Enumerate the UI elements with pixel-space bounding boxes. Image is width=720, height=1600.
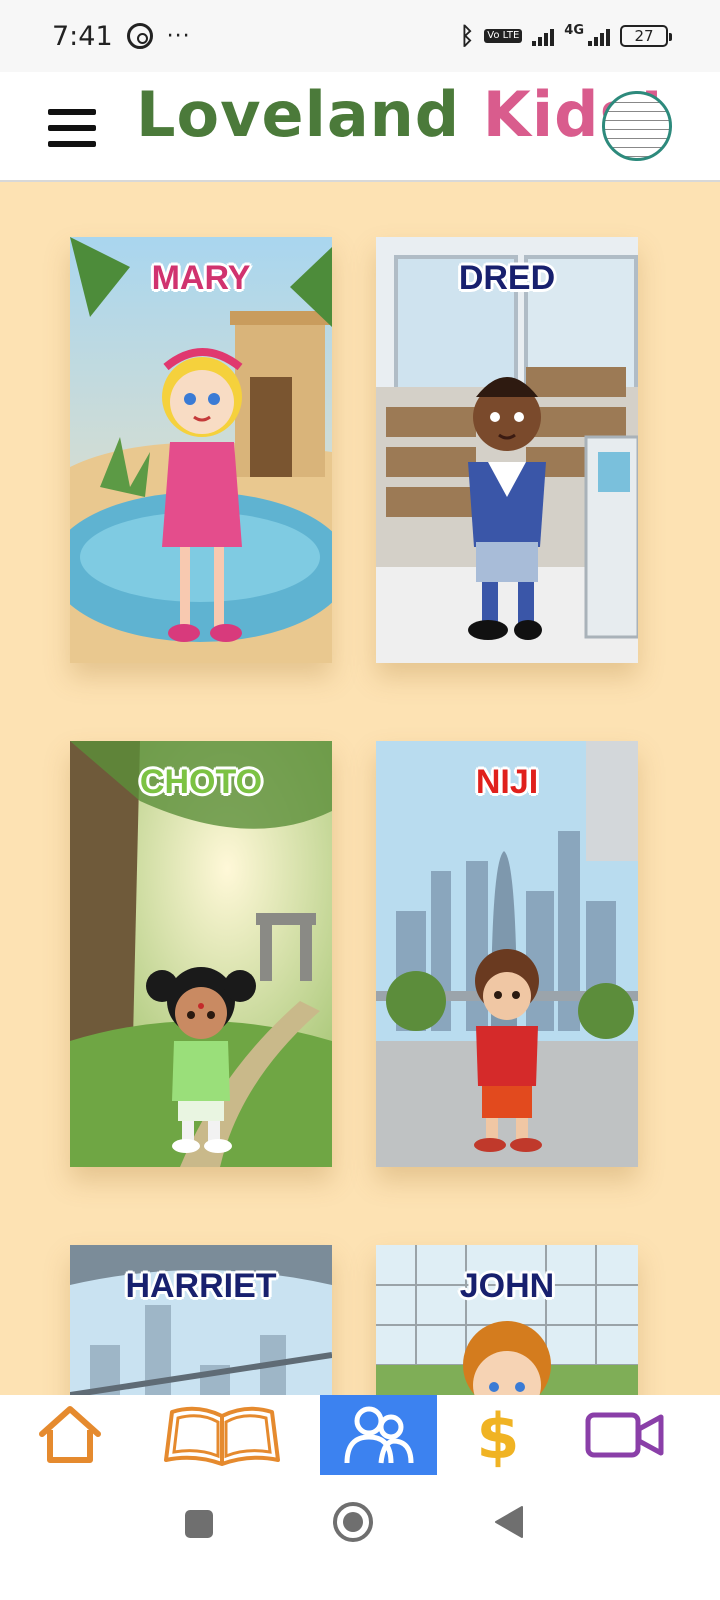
battery-icon: 27 [620, 25, 672, 47]
svg-text:$: $ [476, 1402, 519, 1468]
back-triangle-icon[interactable] [494, 1505, 524, 1543]
home-circle-icon[interactable] [332, 1501, 374, 1547]
kid-card-niji[interactable]: NIJI [376, 741, 638, 1167]
recents-square-icon[interactable] [184, 1509, 214, 1543]
city-terrace-illustration [376, 741, 638, 1167]
4g-signal-icon [588, 26, 610, 46]
open-book-icon [164, 1406, 280, 1466]
status-time: 7:41 [52, 20, 113, 52]
kid-card-choto[interactable]: CHOTO [70, 741, 332, 1167]
volte-icon: Vo LTE [484, 29, 523, 43]
kid-card-mary[interactable]: MARY [70, 237, 332, 663]
nav-shop-button[interactable]: $ [460, 1395, 536, 1475]
people-icon [344, 1406, 413, 1464]
forest-illustration [70, 741, 332, 1167]
app-header: Loveland Kids! [0, 72, 720, 182]
bluetooth-icon: ᛒ [459, 22, 475, 50]
network-type-label: 4G [564, 22, 584, 38]
dollar-icon: $ [476, 1402, 519, 1468]
system-navigation-bar [0, 1477, 720, 1600]
battery-level: 27 [634, 27, 654, 45]
kid-card-john[interactable]: JOHN [376, 1245, 638, 1395]
desert-oasis-illustration [70, 237, 332, 663]
whatsapp-icon [126, 23, 153, 49]
app-screen: 7:41 ··· ᛒ Vo LTE 4G 27 Loveland Kids! M… [0, 0, 720, 1600]
app-title-loveland: Loveland [136, 78, 461, 151]
nav-videos-button[interactable] [580, 1395, 670, 1475]
nav-stories-button[interactable] [160, 1395, 284, 1475]
hamburger-menu-icon[interactable] [48, 109, 96, 147]
profile-avatar-icon[interactable] [602, 91, 672, 161]
kid-name-niji: NIJI [475, 763, 539, 801]
video-camera-icon [585, 1412, 664, 1458]
kid-name-choto: CHOTO [139, 763, 263, 801]
more-dots-icon: ··· [166, 23, 191, 49]
kid-name-dred: DRED [458, 259, 556, 297]
kids-grid: MARY DRED CHOTO NIJI HARRIET JOHN [0, 182, 720, 1395]
kid-card-dred[interactable]: DRED [376, 237, 638, 663]
kid-card-harriet[interactable]: HARRIET [70, 1245, 332, 1395]
library-illustration [376, 237, 638, 663]
kid-name-mary: MARY [151, 259, 251, 297]
nav-home-button[interactable] [18, 1395, 122, 1475]
nav-kids-button[interactable] [320, 1395, 437, 1475]
kid-name-harriet: HARRIET [125, 1267, 277, 1305]
app-title: Loveland Kids! [136, 78, 667, 151]
bottom-nav-bar: $ [0, 1395, 720, 1477]
kid-name-john: JOHN [459, 1267, 555, 1305]
home-icon [39, 1406, 101, 1463]
status-bar: 7:41 ··· ᛒ Vo LTE 4G 27 [0, 0, 720, 72]
signal-icon [532, 26, 555, 46]
